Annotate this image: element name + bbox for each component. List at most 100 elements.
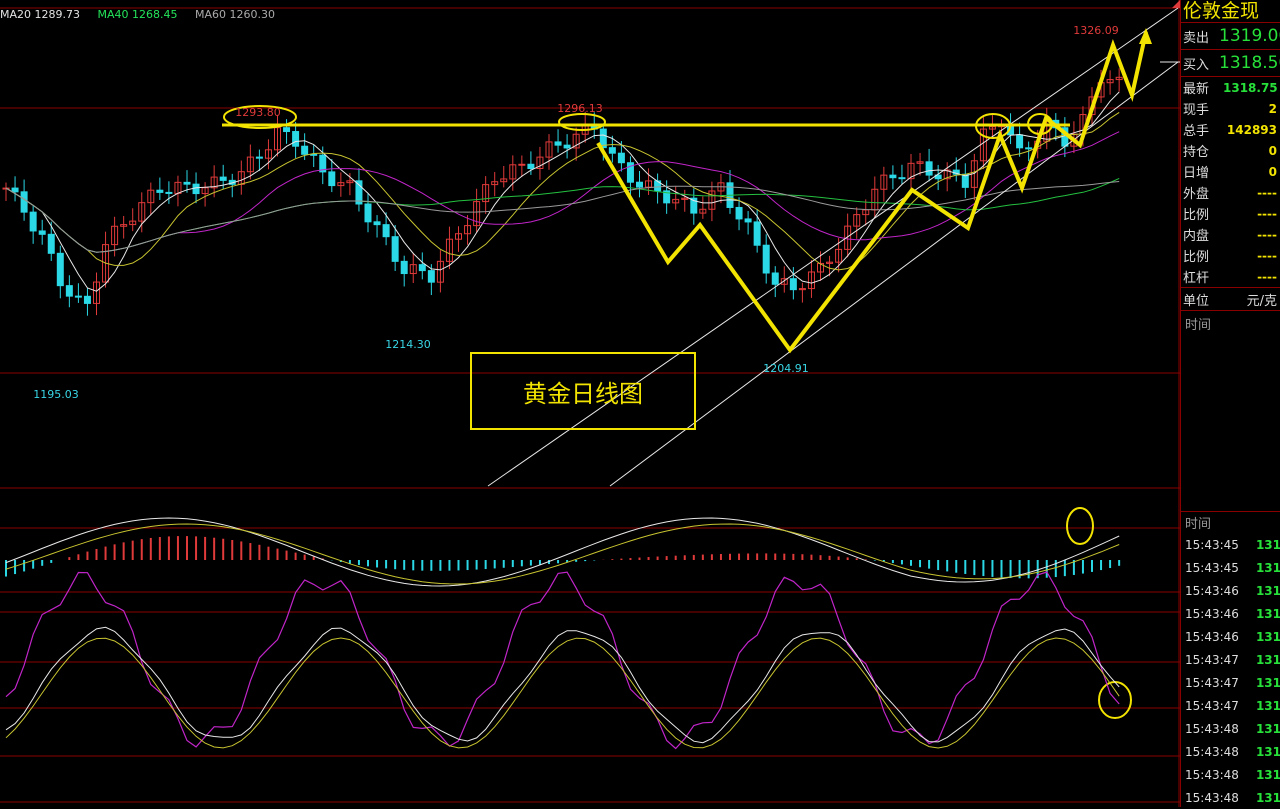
candle-body	[364, 203, 372, 223]
candle-body	[735, 206, 743, 220]
candle-body	[400, 260, 408, 275]
candle-body	[292, 131, 300, 147]
sell-label: 卖出	[1183, 30, 1210, 46]
candle-body	[47, 233, 55, 254]
kdj-d-line	[5, 637, 1120, 749]
stat-row: 日增 0	[1181, 161, 1280, 182]
tick-time: 15:43:45	[1185, 537, 1239, 552]
stat-value: 0	[1268, 164, 1277, 179]
price-label: 1214.30	[385, 338, 431, 351]
tick-row: 15:43:45 131	[1181, 533, 1280, 556]
stat-row: 最新 1318.75	[1181, 77, 1280, 98]
candle-body	[554, 141, 562, 146]
candle-body	[382, 224, 390, 238]
stat-row: 持仓 0	[1181, 140, 1280, 161]
stat-label: 现手	[1183, 103, 1210, 118]
corner-marker-icon	[1172, 0, 1180, 8]
candle-body	[156, 189, 164, 193]
chart-title: 黄金日线图	[523, 379, 643, 408]
candle-body	[310, 153, 318, 156]
candle-body	[744, 218, 752, 223]
tick-price: 131	[1255, 606, 1280, 621]
stat-value: 1318.75	[1223, 80, 1278, 95]
candle-body	[789, 278, 797, 291]
candle-body	[617, 152, 625, 164]
tick-price: 131	[1255, 744, 1280, 759]
candle-body	[889, 174, 897, 179]
tick-time: 15:43:48	[1185, 790, 1239, 805]
tick-row: 15:43:45 131	[1181, 556, 1280, 579]
stat-row: 外盘 ----	[1181, 182, 1280, 203]
candle-body	[1016, 134, 1024, 149]
stat-label: 比例	[1183, 208, 1210, 223]
candle-body	[11, 187, 19, 193]
candle-body	[518, 163, 526, 166]
candle-body	[753, 221, 761, 246]
candle-body	[636, 181, 643, 188]
tick-row: 15:43:46 131	[1181, 625, 1280, 648]
unit-row: 单位 元/克	[1181, 287, 1280, 311]
tick-time: 15:43:46	[1185, 629, 1239, 644]
tick-time: 15:43:45	[1185, 560, 1239, 575]
candle-body	[283, 127, 291, 133]
time-header2-label: 时间	[1185, 516, 1212, 532]
stat-label: 外盘	[1183, 187, 1210, 202]
quote-panel: 伦敦金现 卖出 1319.00 买入 1318.50 最新 1318.75 现手 2 总…	[1180, 0, 1280, 807]
stat-label: 日增	[1183, 166, 1210, 181]
tick-row: 15:43:48 131	[1181, 717, 1280, 740]
stat-value: ----	[1257, 269, 1277, 284]
ma40-legend: MA40 1268.45	[97, 8, 178, 21]
stat-label: 杠杆	[1183, 271, 1210, 286]
candle-body	[563, 144, 571, 149]
tick-row: 15:43:48 131	[1181, 763, 1280, 786]
tick-price: 131	[1255, 652, 1280, 667]
tick-price: 131	[1255, 560, 1280, 575]
candle-body	[608, 147, 616, 154]
unit-label: 单位	[1183, 293, 1210, 309]
ma10-line	[5, 111, 1120, 271]
tick-price: 131	[1255, 583, 1280, 598]
stat-label: 总手	[1183, 124, 1210, 139]
candle-body	[165, 191, 173, 194]
stats-list: 最新 1318.75 现手 2 总手 142893 持仓 0 日增 0 外盘 ---- 比例 ---- 内盘…	[1181, 77, 1280, 287]
stat-label: 最新	[1183, 82, 1210, 97]
candle-body	[192, 183, 200, 195]
candle-body	[373, 221, 381, 226]
stat-value: 142893	[1226, 122, 1277, 137]
stat-row: 比例 ----	[1181, 203, 1280, 224]
price-label: 1204.91	[763, 362, 809, 375]
tick-row: 15:43:48 131	[1181, 740, 1280, 763]
candle-body	[83, 295, 91, 304]
tick-row: 15:43:47 131	[1181, 671, 1280, 694]
arrow-head-icon	[1139, 28, 1152, 44]
macd-dea-line	[5, 523, 1120, 585]
candle-body	[301, 145, 309, 155]
tick-time: 15:43:46	[1185, 606, 1239, 621]
stat-label: 持仓	[1183, 145, 1210, 160]
stat-value: 2	[1268, 101, 1277, 116]
tick-price: 131	[1255, 790, 1280, 805]
tick-price: 131	[1255, 698, 1280, 713]
tick-time: 15:43:47	[1185, 675, 1239, 690]
candle-body	[925, 161, 933, 176]
stat-row: 杠杆 ----	[1181, 266, 1280, 287]
tick-list[interactable]: 15:43:45 131 15:43:45 131 15:43:46 131 15:43:4…	[1181, 533, 1280, 809]
tick-row: 15:43:48 131	[1181, 786, 1280, 809]
candle-body	[418, 264, 426, 272]
candle-body	[56, 252, 64, 287]
tick-price: 131	[1255, 629, 1280, 644]
unit-value: 元/克	[1246, 293, 1277, 309]
candle-body	[65, 285, 73, 297]
ma20-legend: MA20 1289.73	[0, 8, 80, 21]
tick-time: 15:43:48	[1185, 744, 1239, 759]
buy-label: 买入	[1183, 57, 1210, 73]
stat-value: ----	[1257, 248, 1277, 263]
chart-title-box: 黄金日线图	[470, 352, 696, 430]
tick-row: 15:43:47 131	[1181, 648, 1280, 671]
candle-body	[771, 272, 779, 285]
price-label: 1326.09	[1073, 24, 1119, 37]
candle-body	[427, 270, 435, 283]
candle-body	[38, 230, 46, 235]
time-header-top: 时间	[1181, 313, 1280, 333]
tick-time: 15:43:47	[1185, 652, 1239, 667]
